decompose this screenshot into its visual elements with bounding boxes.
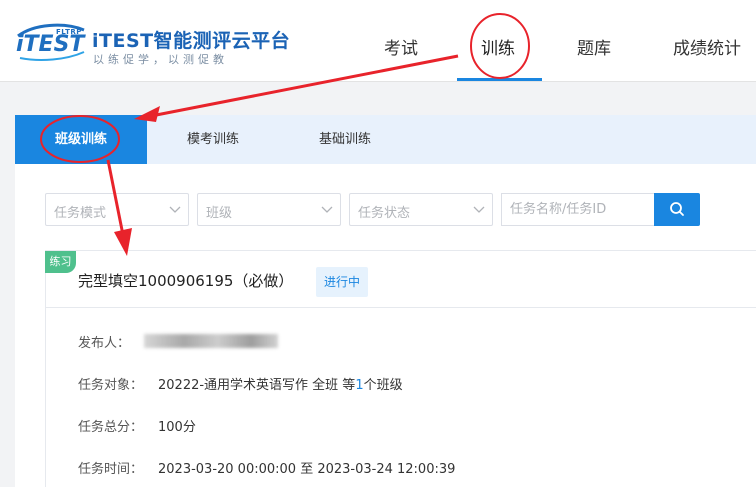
brand-title: iTEST智能测评云平台 (92, 30, 291, 52)
top-header: FLTRP iTEST iTEST智能测评云平台 以练促学，以测促教 考试 训练… (0, 0, 756, 82)
chevron-down-icon (473, 206, 485, 213)
target-value: 20222-通用学术英语写作 全班 等1个班级 (158, 374, 403, 393)
nav-item-score-stats[interactable]: 成绩统计 (673, 34, 741, 59)
tab-class-training[interactable]: 班级训练 (15, 115, 147, 164)
score-value: 100分 (158, 420, 196, 435)
nav-active-indicator (457, 78, 542, 81)
publisher-value-redacted (144, 334, 278, 348)
task-mode-placeholder: 任务模式 (54, 206, 107, 221)
chevron-down-icon (321, 206, 333, 213)
task-mode-select[interactable]: 任务模式 (45, 193, 189, 226)
target-class-count[interactable]: 1 (355, 378, 363, 393)
nav-item-exam[interactable]: 考试 (384, 34, 418, 59)
class-placeholder: 班级 (206, 206, 233, 221)
publisher-label: 发布人： (78, 336, 131, 351)
score-label: 任务总分： (78, 420, 144, 435)
task-title[interactable]: 完型填空1000906195（必做） (78, 270, 293, 291)
target-value-prefix: 20222-通用学术英语写作 全班 等 (158, 378, 356, 393)
brand-subtitle: 以练促学，以测促教 (93, 53, 228, 66)
task-status-select[interactable]: 任务状态 (349, 193, 493, 226)
chevron-down-icon (169, 206, 181, 213)
nav-item-question-bank[interactable]: 题库 (577, 34, 611, 59)
target-value-suffix: 个班级 (363, 378, 403, 393)
class-select[interactable]: 班级 (197, 193, 341, 226)
target-label: 任务对象： (78, 378, 144, 393)
search-button[interactable] (654, 193, 700, 226)
time-label: 任务时间： (78, 462, 144, 477)
itest-logo[interactable]: FLTRP iTEST (14, 22, 88, 62)
nav-item-training[interactable]: 训练 (481, 34, 515, 59)
tab-basic-training[interactable]: 基础训练 (279, 115, 411, 164)
time-value: 2023-03-20 00:00:00 至 2023-03-24 12:00:3… (158, 462, 456, 477)
status-badge: 进行中 (316, 267, 369, 297)
search-icon (670, 202, 684, 216)
task-search-input[interactable] (501, 193, 655, 226)
tab-mock-training[interactable]: 模考训练 (147, 115, 279, 164)
logo-itest-text: iTEST (16, 32, 85, 57)
practice-tag: 练习 (45, 251, 76, 273)
task-status-placeholder: 任务状态 (358, 206, 411, 221)
